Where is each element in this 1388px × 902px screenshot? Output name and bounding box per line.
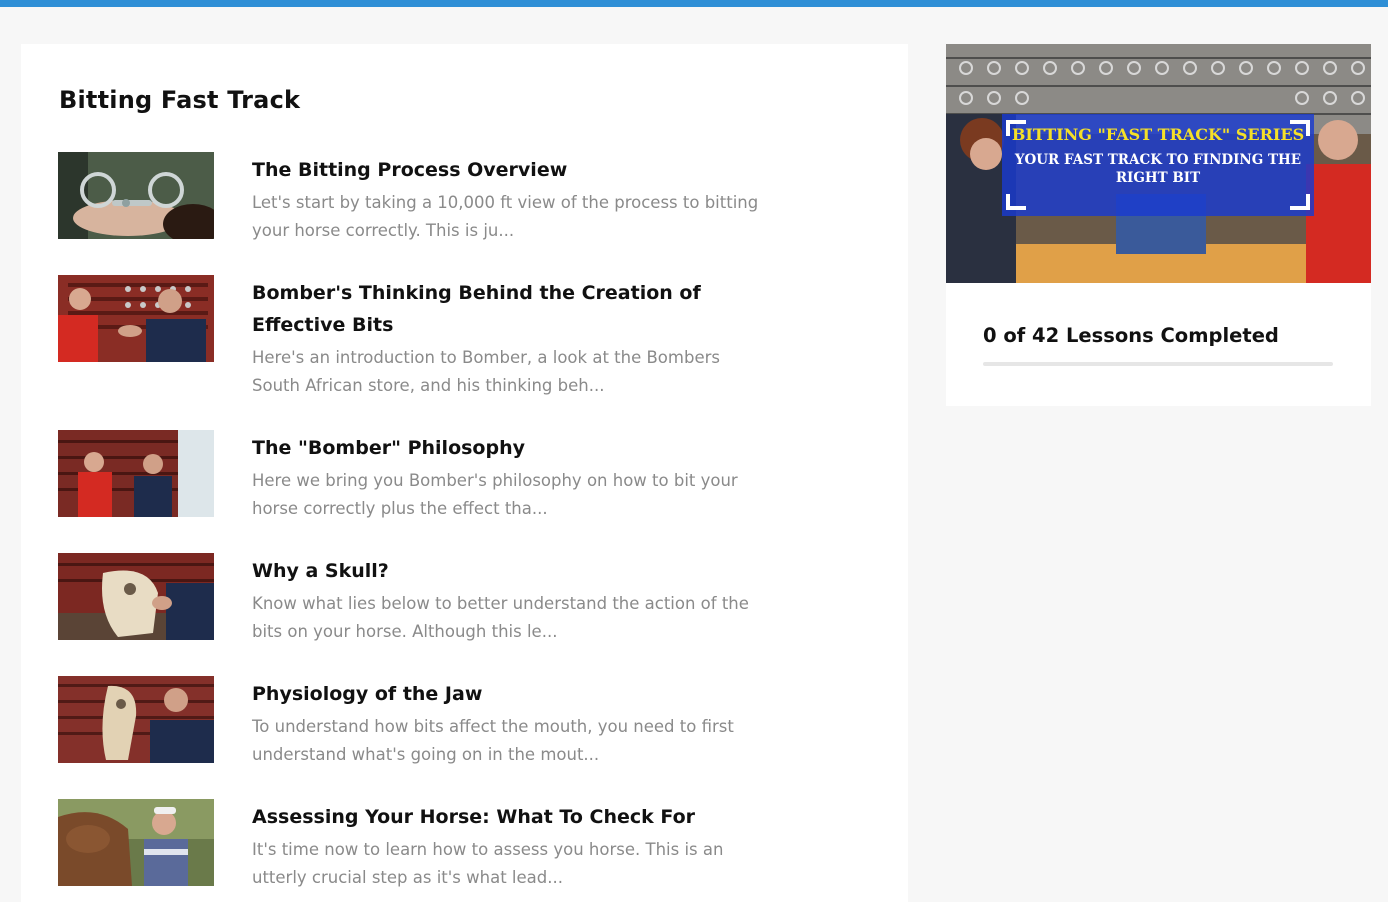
lesson-title[interactable]: Bomber's Thinking Behind the Creation of… <box>252 277 752 341</box>
banner-title: BITTING "FAST TRACK" SERIES <box>1011 125 1305 144</box>
two-men-in-store-thumbnail[interactable] <box>58 430 214 517</box>
course-progress-bar <box>983 362 1333 366</box>
lesson-item[interactable]: Bomber's Thinking Behind the Creation of… <box>58 275 778 395</box>
lesson-description: Know what lies below to better understan… <box>252 594 749 641</box>
course-banner-image: BITTING "FAST TRACK" SERIES YOUR FAST TR… <box>946 44 1371 283</box>
horse-outdoors-thumbnail[interactable] <box>58 799 214 886</box>
two-men-talking-thumbnail[interactable] <box>58 275 214 362</box>
lessons-completed-label: 0 of 42 Lessons Completed <box>983 324 1279 347</box>
lesson-title[interactable]: The Bitting Process Overview <box>252 154 752 186</box>
lesson-item[interactable]: The "Bomber" Philosophy Here we bring yo… <box>58 430 778 540</box>
lesson-title[interactable]: The "Bomber" Philosophy <box>252 432 752 464</box>
lesson-description: Let's start by taking a 10,000 ft view o… <box>252 193 759 240</box>
lesson-item[interactable]: Physiology of the Jaw To understand how … <box>58 676 778 786</box>
top-accent-bar <box>0 0 1388 7</box>
lesson-item[interactable]: The Bitting Process Overview Let's start… <box>58 152 778 262</box>
course-progress-widget: BITTING "FAST TRACK" SERIES YOUR FAST TR… <box>946 44 1371 406</box>
lesson-item[interactable]: Assessing Your Horse: What To Check For … <box>58 799 778 902</box>
bit-in-hand-thumbnail[interactable] <box>58 152 214 239</box>
banner-caption: BITTING "FAST TRACK" SERIES YOUR FAST TR… <box>1008 124 1308 187</box>
lesson-title[interactable]: Why a Skull? <box>252 555 752 587</box>
lesson-item[interactable]: Why a Skull? Know what lies below to bet… <box>58 553 778 663</box>
horse-skull-thumbnail[interactable] <box>58 553 214 640</box>
lesson-description: To understand how bits affect the mouth,… <box>252 717 734 764</box>
banner-subtitle: YOUR FAST TRACK TO FINDING THE RIGHT BIT <box>1014 152 1302 186</box>
jaw-skull-thumbnail[interactable] <box>58 676 214 763</box>
course-lessons-panel: Bitting Fast Track The Bitting Process O… <box>21 44 908 902</box>
course-title: Bitting Fast Track <box>59 86 301 114</box>
lesson-title[interactable]: Assessing Your Horse: What To Check For <box>252 801 752 833</box>
lesson-description: Here we bring you Bomber's philosophy on… <box>252 471 738 518</box>
lesson-title[interactable]: Physiology of the Jaw <box>252 678 752 710</box>
lesson-description: Here's an introduction to Bomber, a look… <box>252 348 720 395</box>
lesson-description: It's time now to learn how to assess you… <box>252 840 724 887</box>
